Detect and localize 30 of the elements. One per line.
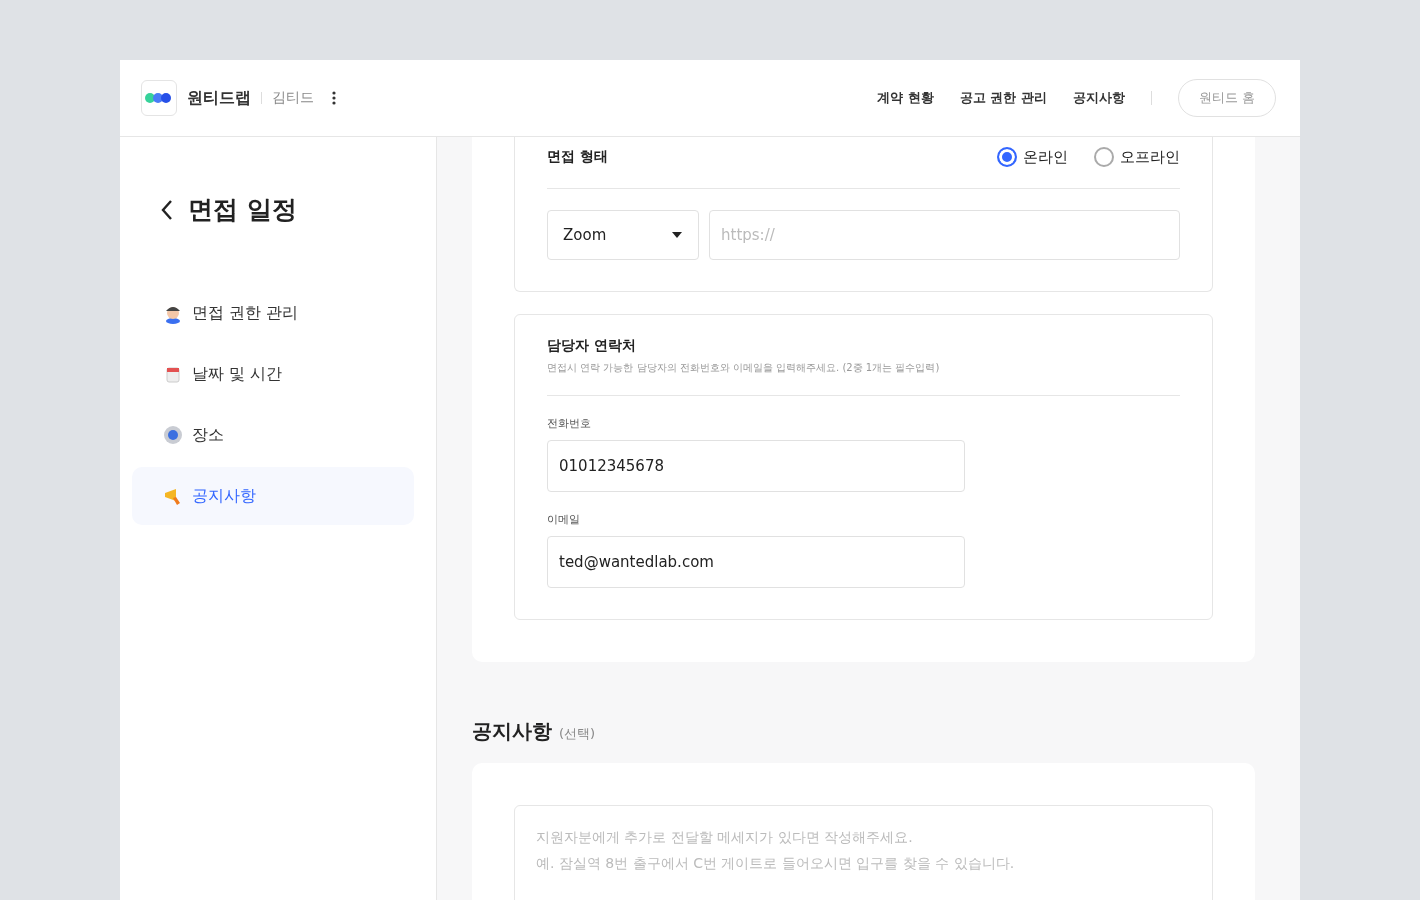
field-label: 전화번호 — [547, 416, 592, 431]
email-field[interactable]: ted@wantedlab.com — [547, 536, 965, 588]
radio-button[interactable] — [997, 147, 1017, 167]
radio-option[interactable]: 오프라인 — [1094, 147, 1180, 167]
notice-textarea[interactable]: 지원자분에게 추가로 전달할 메세지가 있다면 작성해주세요. 예. 잠실역 8번 출구에서 C번 게이트로 들어오시면 입구를 찾을 수 있습니다. — [514, 805, 1213, 900]
section-description: 면접시 연락 가능한 담당자의 전화번호와 이메일을 입력해주세요. (2중 1개는 필수입력) — [547, 361, 941, 375]
section-title: 공지사항 — [472, 719, 552, 743]
nav-link[interactable]: 공고 권한 관리 — [959, 89, 1047, 107]
radio-option[interactable]: 온라인 — [997, 147, 1068, 167]
section-title: 담당자 연락처 — [547, 337, 637, 355]
page-title: 면접 일정 — [188, 194, 297, 226]
field-label: 면접 형태 — [547, 148, 608, 166]
more-icon[interactable] — [332, 91, 336, 105]
sidebar-item[interactable]: 장소 — [132, 406, 414, 464]
platform-dropdown[interactable]: Zoom — [547, 210, 699, 260]
user-name: 김티드 — [272, 89, 314, 107]
caret-icon — [672, 232, 682, 238]
nav-link[interactable]: 계약 현황 — [877, 89, 934, 107]
url-field[interactable]: https:// — [709, 210, 1180, 260]
nav-link[interactable]: 공지사항 — [1072, 89, 1125, 107]
phone-field[interactable]: 01012345678 — [547, 440, 965, 492]
logo-icon[interactable] — [141, 80, 177, 116]
radio-button[interactable] — [1094, 147, 1114, 167]
sidebar-item[interactable]: 날짜 및 시간 — [132, 345, 414, 403]
optional-note: (선택) — [558, 726, 596, 741]
sidebar-item[interactable]: 공지사항 — [132, 467, 414, 525]
field-label: 이메일 — [547, 512, 581, 527]
company-name: 원티드랩 — [187, 87, 251, 109]
sidebar-item[interactable]: 면접 권한 관리 — [132, 284, 414, 342]
pin-icon — [162, 424, 184, 446]
